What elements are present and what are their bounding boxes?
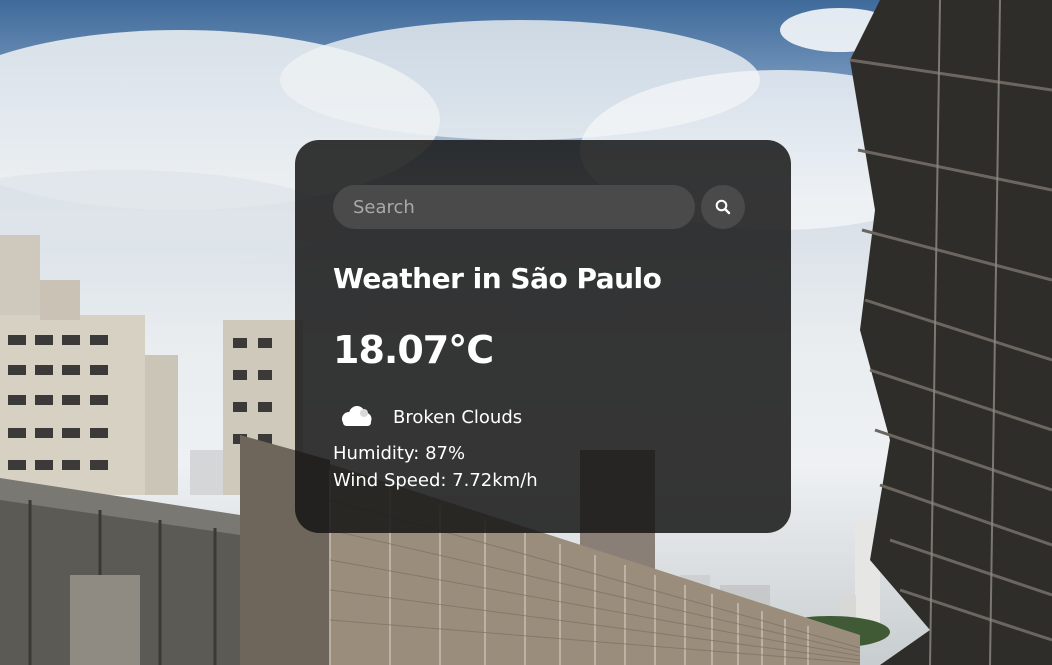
weather-description: Broken Clouds: [393, 406, 523, 428]
city-heading: Weather in São Paulo: [333, 262, 662, 295]
search-button[interactable]: [701, 185, 745, 229]
weather-card: Weather in São Paulo 18.07°C Broken Clou…: [295, 140, 791, 533]
weather-description-row: Broken Clouds: [337, 402, 522, 432]
search-input[interactable]: [333, 185, 695, 229]
humidity-value: Humidity: 87%: [333, 443, 466, 464]
search-bar: [333, 185, 745, 229]
cloud-icon: [342, 406, 372, 426]
wind-speed-value: Wind Speed: 7.72km/h: [333, 470, 538, 491]
temperature-value: 18.07°C: [333, 328, 494, 372]
search-icon: [715, 199, 731, 215]
